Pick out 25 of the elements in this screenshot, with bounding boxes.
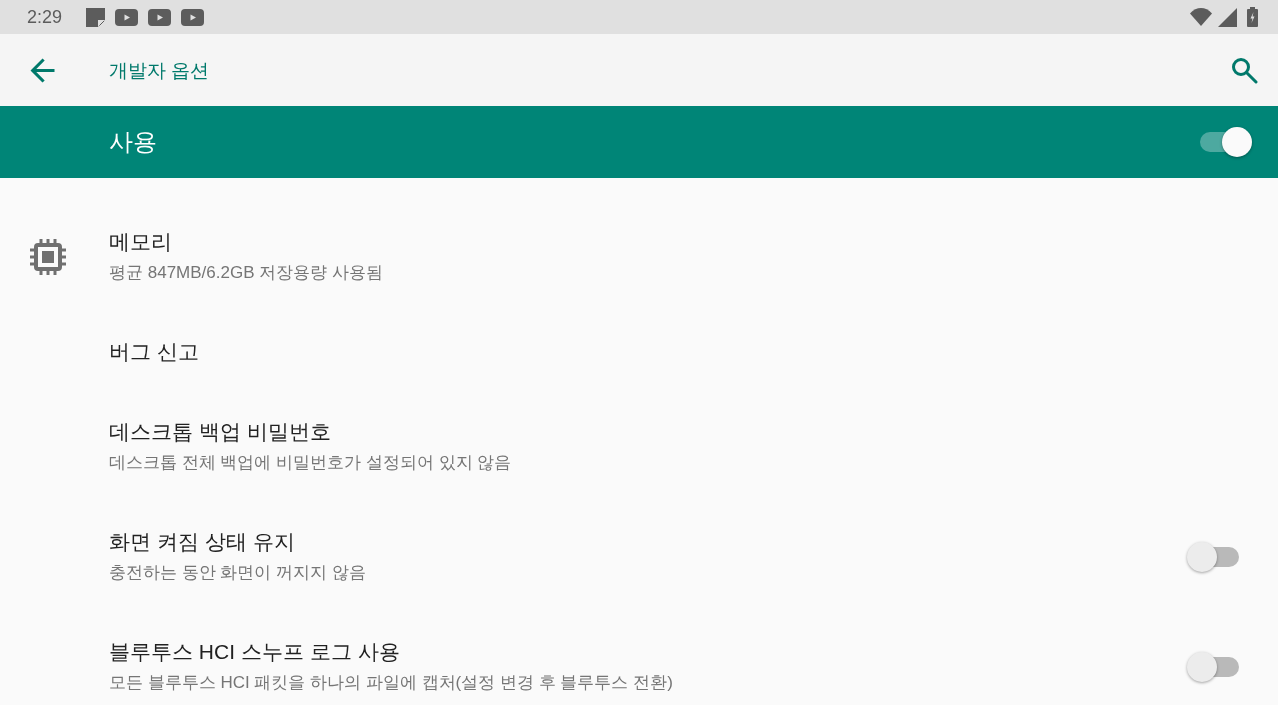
setting-title[interactable]: 블루투스 HCI 스누프 로그 사용 xyxy=(109,638,1187,666)
setting-title[interactable]: 화면 켜짐 상태 유지 xyxy=(109,528,1187,556)
toggle-switch[interactable] xyxy=(1198,126,1252,158)
back-arrow-icon[interactable] xyxy=(30,57,55,83)
setting-title[interactable]: 메모리 xyxy=(109,228,1278,256)
setting-summary: 충전하는 동안 화면이 꺼지지 않음 xyxy=(109,562,367,584)
play-button-icon xyxy=(181,8,205,26)
master-switch-label: 사용 xyxy=(109,130,157,154)
signal-icon xyxy=(1218,7,1237,27)
play-button-icon xyxy=(148,8,172,26)
search-icon[interactable] xyxy=(1231,56,1258,84)
wifi-icon xyxy=(1190,8,1212,26)
clock-time: 2:29 xyxy=(27,8,63,26)
play-button-icon xyxy=(115,8,139,26)
chip-icon xyxy=(30,239,66,275)
toggle-switch[interactable] xyxy=(1187,651,1241,683)
setting-summary: 모든 블루투스 HCI 패킷을 하나의 파일에 캡처(설정 변경 후 블루투스 전환) xyxy=(109,672,674,694)
setting-title[interactable]: 데스크톱 백업 비밀번호 xyxy=(109,418,1278,446)
page-title: 개발자 옵션 xyxy=(109,60,210,80)
setting-summary: 데스크톱 전체 백업에 비밀번호가 설정되어 있지 않음 xyxy=(109,452,513,474)
setting-summary: 평균 847MB/6.2GB 저장용량 사용됨 xyxy=(109,262,384,284)
note-icon xyxy=(86,7,106,27)
toggle-switch[interactable] xyxy=(1187,541,1241,573)
battery-charging-icon xyxy=(1247,7,1258,27)
setting-title[interactable]: 버그 신고 xyxy=(109,338,1278,366)
